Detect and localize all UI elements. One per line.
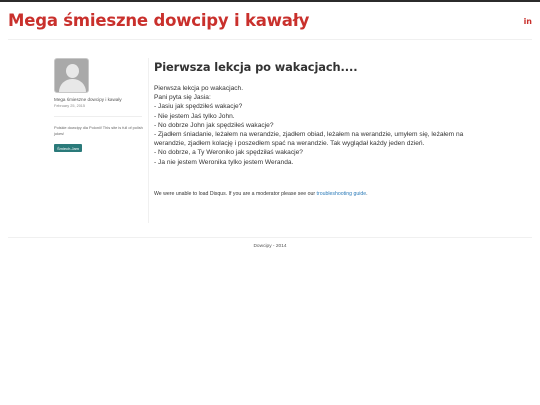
tag-button[interactable]: Śmiech.Jam — [54, 144, 83, 152]
avatar-shoulders-icon — [59, 79, 86, 92]
article: Pierwsza lekcja po wakacjach.... Pierwsz… — [154, 60, 494, 167]
disqus-message-end: . — [366, 191, 368, 197]
footer-divider — [8, 237, 532, 238]
post-body: Pierwsza lekcja po wakacjach. Pani pyta … — [154, 84, 490, 167]
author-name: Mega śmieszne dowcipy i kawały — [54, 97, 122, 102]
post-line: - Nie jestem Jaś tylko John. — [154, 112, 235, 120]
post-line: Pierwsza lekcja po wakacjach. — [154, 85, 244, 92]
post-title: Pierwsza lekcja po wakacjach.... — [154, 60, 358, 74]
header-divider — [8, 39, 532, 40]
post-line: - Jasiu jak spędziłeś wakacje? — [154, 103, 243, 111]
site-title-link[interactable]: Mega śmieszne dowcipy i kawały — [8, 11, 309, 30]
post-date: February 25, 2015 — [54, 104, 86, 108]
sidebar-divider — [54, 116, 142, 117]
disqus-error-message: We were unable to load Disqus. If you ar… — [154, 191, 368, 197]
post-line: - No dobrze, a Ty Weroniko jak spędziłaś… — [154, 149, 303, 157]
post-line: Pani pyta się Jasia: — [154, 94, 211, 102]
post-line: - Ja nie jestem Weronika tylko jestem We… — [154, 158, 294, 166]
linkedin-icon[interactable]: in — [524, 17, 532, 26]
disqus-message-text: We were unable to load Disqus. If you ar… — [154, 191, 317, 197]
footer-text: Dowcipy - 2014 — [253, 244, 287, 249]
sidebar-vertical-divider — [148, 58, 149, 223]
post-line: - No dobrze John jak spędziłeś wakacje? — [154, 121, 274, 129]
avatar-head-icon — [66, 64, 79, 78]
site-description: Polskie dowcipy dla Polonii! This site i… — [54, 125, 143, 136]
avatar — [54, 58, 89, 93]
troubleshooting-guide-link[interactable]: troubleshooting guide — [317, 191, 367, 197]
post-line: - Zjadłem śniadanie, leżałem na werandzi… — [154, 131, 464, 148]
author-sidebar: Mega śmieszne dowcipy i kawały February … — [54, 58, 146, 155]
top-border — [0, 0, 540, 2]
